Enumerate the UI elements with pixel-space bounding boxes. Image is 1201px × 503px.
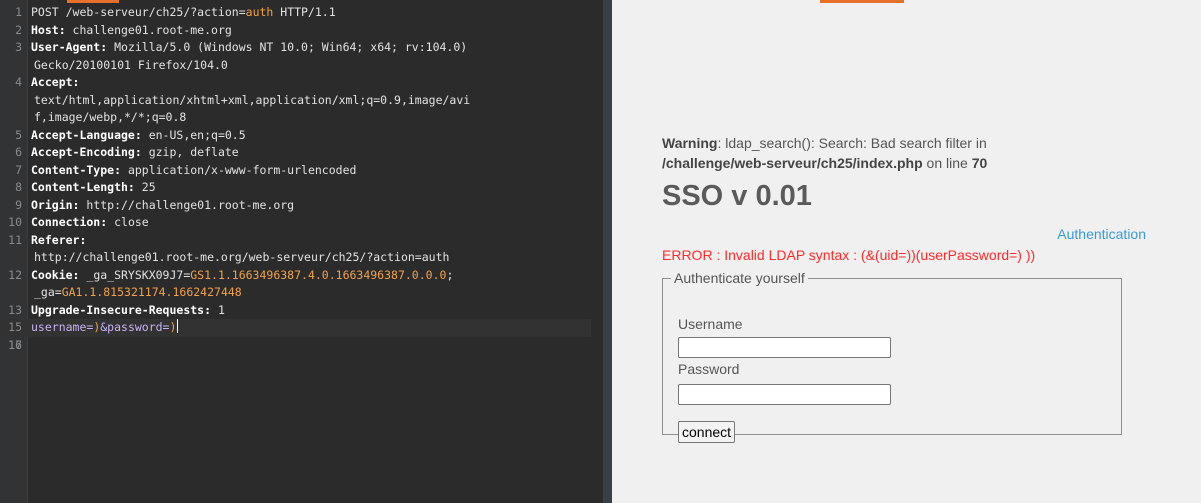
header-name: Connection: xyxy=(31,215,108,229)
code-line[interactable]: 15 username=)&password=) xyxy=(0,319,591,337)
code-text: 25 xyxy=(134,180,156,194)
code-text: HTTP/1.1 xyxy=(273,5,336,19)
code-line[interactable]: 2 Host: challenge01.root-me.org xyxy=(0,22,603,40)
fieldset-legend: Authenticate yourself xyxy=(674,270,805,286)
highlighted-value: GS1.1.1663496387.4.0.1663496387.0.0.0 xyxy=(190,267,447,282)
authentication-link[interactable]: Authentication xyxy=(1057,226,1146,242)
code-text: _ga_SRYSKX09J7= xyxy=(79,267,191,282)
code-line-continuation[interactable]: http://challenge01.root-me.org/web-serve… xyxy=(0,249,603,267)
code-text: &password= xyxy=(100,320,170,334)
highlighted-value: auth xyxy=(245,5,274,19)
header-name: Content-Length: xyxy=(31,180,135,194)
code-text: username= xyxy=(31,320,94,334)
page-title: SSO v 0.01 xyxy=(662,180,812,212)
header-name: Referer: xyxy=(31,232,87,247)
code-line[interactable]: 5 Accept-Language: en-US,en;q=0.5 xyxy=(0,127,603,145)
response-render-pane: Warning: ldap_search(): Search: Bad sear… xyxy=(612,0,1201,503)
line-number: 11 xyxy=(8,232,22,247)
code-text: f,image/webp,*/*;q=0.8 xyxy=(34,110,187,124)
line-number: 2 xyxy=(15,22,22,37)
code-line[interactable]: 9 Origin: http://challenge01.root-me.org xyxy=(0,197,603,215)
code-text: ; xyxy=(446,267,454,282)
highlighted-value: GA1.1.815321174.1662427448 xyxy=(61,285,242,299)
code-line[interactable]: 8 Content-Length: 25 xyxy=(0,179,603,197)
line-number: 1 xyxy=(15,5,22,19)
warning-line-number: 70 xyxy=(971,155,988,171)
request-tab-indicator xyxy=(67,0,119,3)
ldap-error-message: ERROR : Invalid LDAP syntax : (&(uid=))(… xyxy=(662,247,1036,263)
code-text: close xyxy=(107,215,149,229)
render-tab-indicator xyxy=(820,0,904,3)
pane-splitter[interactable] xyxy=(603,0,612,503)
code-line[interactable]: 10 Connection: close xyxy=(0,214,603,232)
header-name: Host: xyxy=(31,22,66,37)
login-fieldset: Authenticate yourself Username Password … xyxy=(662,270,1122,443)
line-number: 9 xyxy=(15,197,22,212)
code-text: gzip, deflate xyxy=(141,145,239,159)
header-name: Upgrade-Insecure-Requests: xyxy=(31,302,212,317)
code-text: 1 xyxy=(211,302,225,317)
code-line[interactable]: 1 POST /web-serveur/ch25/?action=auth HTT… xyxy=(0,4,603,22)
code-text: en-US,en;q=0.5 xyxy=(141,127,246,142)
code-line-continuation[interactable]: Gecko/20100101 Firefox/104.0 xyxy=(0,57,603,75)
line-number: 6 xyxy=(15,145,22,159)
line-number: 10 xyxy=(8,215,22,229)
line-number: 3 xyxy=(15,40,22,54)
line-number: 15 xyxy=(8,320,22,334)
header-name: User-Agent: xyxy=(31,40,108,54)
code-text: POST /web-serveur/ch25/?action= xyxy=(31,5,246,19)
header-name: Accept: xyxy=(31,75,80,89)
highlighted-value: ) xyxy=(169,320,177,334)
code-line[interactable]: 11 Referer: xyxy=(0,232,603,250)
line-number: 8 xyxy=(15,180,22,194)
code-text: http://challenge01.root-me.org/web-serve… xyxy=(34,250,450,264)
code-line[interactable]: 4 Accept: xyxy=(0,74,603,92)
header-name: Cookie: xyxy=(31,267,80,282)
warning-line-text: on line xyxy=(922,155,972,171)
code-line[interactable]: 7 Content-Type: application/x-www-form-ur… xyxy=(0,162,603,180)
request-code-area[interactable]: 1 POST /web-serveur/ch25/?action=auth HTT… xyxy=(0,4,603,352)
warning-prefix: Warning xyxy=(662,135,718,151)
code-text: application/x-www-form-urlencoded xyxy=(121,162,357,177)
code-line[interactable]: 13 Upgrade-Insecure-Requests: 1 xyxy=(0,302,603,320)
warning-path: /challenge/web-serveur/ch25/index.php xyxy=(662,155,923,171)
connect-button[interactable]: connect xyxy=(678,421,736,443)
code-line[interactable]: 12 Cookie: _ga_SRYSKX09J7=GS1.1.166349638… xyxy=(0,267,603,285)
code-text: _ga= xyxy=(34,285,62,299)
line-number: 5 xyxy=(15,127,22,142)
line-number: 12 xyxy=(8,267,22,282)
line-number: 13 xyxy=(8,302,22,317)
warning-text: : ldap_search(): Search: Bad search filt… xyxy=(717,135,987,151)
line-number: 4 xyxy=(15,75,22,89)
line-number: 17 xyxy=(8,337,22,352)
code-text: challenge01.root-me.org xyxy=(65,22,232,37)
password-input[interactable] xyxy=(678,384,891,405)
code-line-continuation[interactable]: _ga=GA1.1.815321174.1662427448 xyxy=(0,284,603,302)
code-line-continuation[interactable]: text/html,application/xhtml+xml,applicat… xyxy=(0,92,603,110)
line-number: 7 xyxy=(15,162,22,177)
code-text: Gecko/20100101 Firefox/104.0 xyxy=(34,57,228,72)
request-editor-pane[interactable]: 1 POST /web-serveur/ch25/?action=auth HTT… xyxy=(0,0,603,503)
php-warning: Warning: ldap_search(): Search: Bad sear… xyxy=(662,133,987,173)
code-text: Mozilla/5.0 (Windows NT 10.0; Win64; x64… xyxy=(107,40,468,54)
code-line[interactable]: 6 Accept-Encoding: gzip, deflate xyxy=(0,144,603,162)
password-label: Password xyxy=(678,361,740,377)
code-line-continuation[interactable]: f,image/webp,*/*;q=0.8 xyxy=(0,109,603,127)
username-label: Username xyxy=(678,316,743,332)
header-name: Accept-Encoding: xyxy=(31,145,142,159)
text-cursor xyxy=(177,319,179,333)
header-name: Accept-Language: xyxy=(31,127,142,142)
code-text: http://challenge01.root-me.org xyxy=(79,197,295,212)
header-name: Origin: xyxy=(31,197,80,212)
header-name: Content-Type: xyxy=(31,162,122,177)
username-input[interactable] xyxy=(678,337,891,358)
code-line[interactable]: 3 User-Agent: Mozilla/5.0 (Windows NT 10.… xyxy=(0,39,603,57)
code-text: text/html,application/xhtml+xml,applicat… xyxy=(34,92,471,107)
